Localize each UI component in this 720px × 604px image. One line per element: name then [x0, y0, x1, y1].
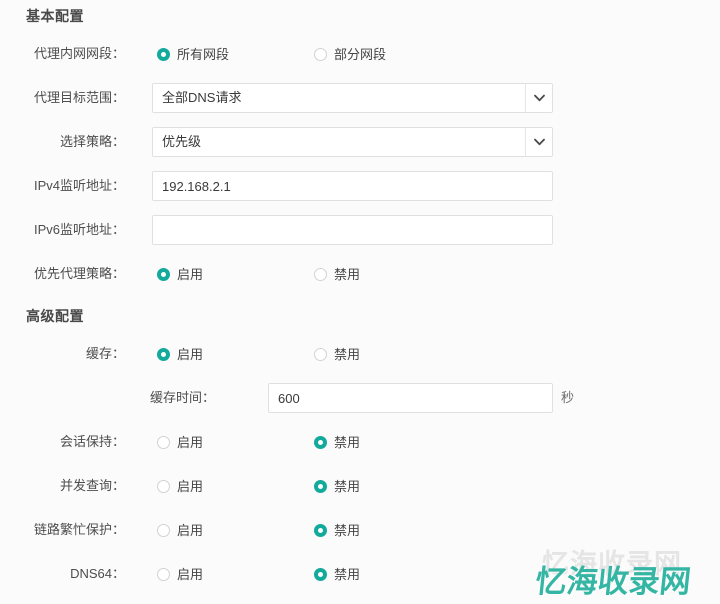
radio-cache-enable[interactable]: 启用 — [157, 339, 203, 369]
label-ipv4-listen-address: IPv4监听地址： — [33, 178, 125, 193]
radio-session-persistence-enable[interactable]: 启用 — [157, 427, 203, 457]
label-ipv6-listen-address: IPv6监听地址： — [33, 222, 125, 237]
radio-link-busy-protection-disable[interactable]: 禁用 — [314, 515, 360, 545]
row-proxy-target-range: 代理目标范围： 全部DNS请求 — [0, 83, 720, 113]
radio-session-persistence-disable[interactable]: 禁用 — [314, 427, 360, 457]
radio-label: 启用 — [177, 522, 204, 538]
radio-indicator — [314, 47, 327, 61]
radio-indicator — [157, 47, 170, 61]
radio-indicator — [314, 347, 327, 361]
radio-indicator — [157, 523, 170, 537]
row-cache-time: 缓存时间： 秒 — [0, 383, 720, 413]
label-dns64: DNS64： — [70, 566, 125, 581]
radio-indicator — [314, 567, 327, 581]
radio-proxy-lan-all[interactable]: 所有网段 — [157, 39, 229, 69]
row-priority-proxy-policy: 优先代理策略： 启用 禁用 — [0, 259, 720, 289]
row-session-persistence: 会话保持： 启用 禁用 — [0, 427, 720, 457]
row-cache: 缓存： 启用 禁用 — [0, 339, 720, 369]
radio-indicator — [157, 435, 170, 449]
label-cache-time: 缓存时间： — [149, 390, 215, 405]
select-policy[interactable]: 优先级 — [152, 127, 553, 157]
input-ipv4-listen-address[interactable] — [152, 171, 553, 201]
radio-indicator — [157, 267, 170, 281]
radio-dns64-disable[interactable]: 禁用 — [314, 559, 360, 589]
input-ipv6-listen-address[interactable] — [152, 215, 553, 245]
select-value: 优先级 — [162, 134, 202, 149]
radio-label: 启用 — [177, 266, 204, 282]
radio-label: 禁用 — [334, 478, 361, 494]
radio-indicator — [157, 567, 170, 581]
row-ipv4-listen-address: IPv4监听地址： — [0, 171, 720, 201]
radio-indicator — [314, 479, 327, 493]
select-proxy-target-range[interactable]: 全部DNS请求 — [152, 83, 553, 113]
radio-concurrent-query-enable[interactable]: 启用 — [157, 471, 203, 501]
chevron-down-icon[interactable] — [525, 128, 552, 156]
input-cache-time[interactable] — [268, 383, 553, 413]
label-concurrent-query: 并发查询： — [59, 478, 125, 493]
label-proxy-lan-segment: 代理内网网段： — [33, 46, 125, 61]
label-priority-proxy-policy: 优先代理策略： — [33, 266, 125, 281]
row-select-policy: 选择策略： 优先级 — [0, 127, 720, 157]
chevron-down-icon[interactable] — [525, 84, 552, 112]
radio-indicator — [314, 267, 327, 281]
row-link-busy-protection: 链路繁忙保护： 启用 禁用 — [0, 515, 720, 545]
radio-priority-proxy-disable[interactable]: 禁用 — [314, 259, 360, 289]
select-value: 全部DNS请求 — [162, 90, 242, 105]
radio-proxy-lan-partial[interactable]: 部分网段 — [314, 39, 386, 69]
radio-dns64-enable[interactable]: 启用 — [157, 559, 203, 589]
section-title-advanced: 高级配置 — [26, 308, 84, 324]
radio-label: 启用 — [177, 346, 204, 362]
radio-concurrent-query-disable[interactable]: 禁用 — [314, 471, 360, 501]
row-dns64: DNS64： 启用 禁用 — [0, 559, 720, 589]
radio-link-busy-protection-enable[interactable]: 启用 — [157, 515, 203, 545]
radio-label: 禁用 — [334, 566, 361, 582]
label-proxy-target-range: 代理目标范围： — [33, 90, 125, 105]
radio-indicator — [157, 479, 170, 493]
label-select-policy: 选择策略： — [59, 134, 125, 149]
label-cache: 缓存： — [85, 346, 125, 361]
unit-cache-time-seconds: 秒 — [561, 390, 575, 405]
radio-indicator — [314, 435, 327, 449]
row-proxy-lan-segment: 代理内网网段： 所有网段 部分网段 — [0, 39, 720, 69]
radio-label: 所有网段 — [177, 46, 230, 62]
label-session-persistence: 会话保持： — [59, 434, 125, 449]
radio-label: 禁用 — [334, 266, 361, 282]
radio-indicator — [314, 523, 327, 537]
radio-label: 启用 — [177, 566, 204, 582]
radio-label: 启用 — [177, 434, 204, 450]
radio-label: 部分网段 — [334, 46, 387, 62]
radio-label: 禁用 — [334, 522, 361, 538]
row-ipv6-listen-address: IPv6监听地址： — [0, 215, 720, 245]
radio-cache-disable[interactable]: 禁用 — [314, 339, 360, 369]
radio-priority-proxy-enable[interactable]: 启用 — [157, 259, 203, 289]
radio-label: 启用 — [177, 478, 204, 494]
radio-label: 禁用 — [334, 434, 361, 450]
radio-label: 禁用 — [334, 346, 361, 362]
radio-indicator — [157, 347, 170, 361]
row-concurrent-query: 并发查询： 启用 禁用 — [0, 471, 720, 501]
label-link-busy-protection: 链路繁忙保护： — [33, 522, 125, 537]
dns-proxy-settings-page: 基本配置 代理内网网段： 所有网段 部分网段 代理目标范围： 全部DNS请求 选… — [0, 0, 720, 604]
section-title-basic: 基本配置 — [26, 8, 84, 24]
